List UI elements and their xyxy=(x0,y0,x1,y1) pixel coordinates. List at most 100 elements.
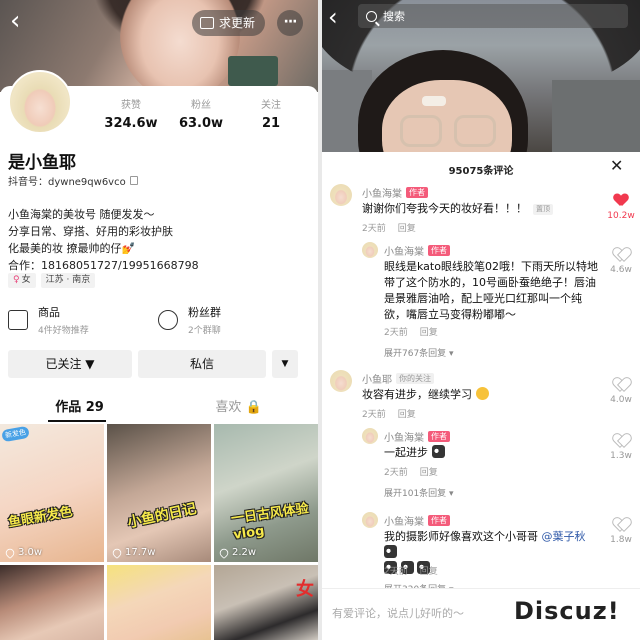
like-count: 1.8w xyxy=(610,535,632,545)
comment-like-button[interactable]: 1.3w xyxy=(604,434,638,461)
video-thumbnail[interactable] xyxy=(107,565,211,640)
heart-outline-icon xyxy=(614,378,628,391)
group-icon xyxy=(158,310,178,330)
close-icon[interactable]: ✕ xyxy=(610,156,623,176)
back-icon[interactable]: ‹ xyxy=(328,5,338,29)
search-icon xyxy=(366,10,377,22)
avatar[interactable] xyxy=(362,242,378,258)
play-count-value: 3.0w xyxy=(18,547,43,558)
stat-following[interactable]: 关注 21 xyxy=(236,96,306,131)
video-thumbnail[interactable]: 新发色 鱼眼新发色 3.0w xyxy=(0,424,104,562)
user-mention-link[interactable]: @葉子秋 xyxy=(542,530,586,543)
products-entry[interactable]: 商品 4件好物推荐 xyxy=(8,304,158,336)
bio-line: 小鱼海棠的美妆号 随便发发～ xyxy=(8,208,155,221)
comment-text: 眼线是kato眼线胶笔02哦！下雨天所以特地带了这个防水的，10号画卧蚕绝绝子！… xyxy=(384,260,598,321)
avatar[interactable] xyxy=(362,428,378,444)
comment-text: 谢谢你们夸我今天的妆好看！！！ 置顶 xyxy=(362,201,598,217)
search-input[interactable]: 搜索 xyxy=(358,4,628,28)
comments-count-title: 95075条评论 xyxy=(448,166,514,177)
comment-time: 2天前 xyxy=(384,567,408,577)
profile-avatar[interactable] xyxy=(8,70,72,134)
expand-replies-button[interactable]: 展开101条回复 ▾ xyxy=(384,486,454,499)
stat-value: 63.0w xyxy=(178,116,224,131)
screenshot-root: ‹ 求更新 ··· 获赞 324.6w 粉丝 63.0w 关注 21 是小鱼耶 … xyxy=(0,0,640,640)
comment-input[interactable]: 有爱评论，说点儿好听的～ xyxy=(332,605,464,621)
thinking-emoji-icon xyxy=(475,387,489,400)
tab-indicator xyxy=(48,420,106,422)
products-title: 商品 xyxy=(38,306,60,319)
like-count: 4.0w xyxy=(610,395,632,405)
comment-user[interactable]: 小鱼海棠 作者 xyxy=(384,429,450,444)
like-count: 4.6w xyxy=(610,265,632,275)
fan-group-subtitle: 2个群聊 xyxy=(188,326,221,336)
avatar[interactable] xyxy=(362,512,378,528)
copy-icon[interactable] xyxy=(129,176,138,185)
comment-like-button[interactable]: 4.0w xyxy=(604,378,638,405)
comment-user[interactable]: 小鱼耶 你的关注 xyxy=(362,371,434,386)
like-count: 1.3w xyxy=(610,451,632,461)
heart-filled-icon xyxy=(614,194,628,207)
reply-button[interactable]: 回复 xyxy=(420,564,438,577)
comment-like-button[interactable]: 1.8w xyxy=(604,518,638,545)
video-thumbnail[interactable]: 女 xyxy=(214,565,318,640)
discuz-watermark: Discuz! xyxy=(514,597,620,625)
gender-label: 女 xyxy=(21,275,31,285)
profile-tags: ♀ 女 江苏 · 南京 xyxy=(8,273,96,288)
stat-followers[interactable]: 粉丝 63.0w xyxy=(166,96,236,131)
cat-emoji-icon xyxy=(384,545,397,558)
comment-username: 小鱼耶 xyxy=(362,375,392,386)
video-thumbnail[interactable]: 小鱼的日记 17.7w xyxy=(107,424,211,562)
bio-line: 化最美的妆 撩最帅的仔💅 xyxy=(8,242,136,255)
reply-button[interactable]: 回复 xyxy=(420,325,438,338)
comment-text: 妆容有进步，继续学习 xyxy=(362,387,598,403)
fan-group-entry[interactable]: 粉丝群 2个群聊 xyxy=(158,304,308,336)
comment-user[interactable]: 小鱼海棠 作者 xyxy=(362,185,428,200)
bio-line: 分享日常、穿搭、好用的彩妆护肤 xyxy=(8,225,173,238)
comment-time: 2天前 xyxy=(362,410,386,420)
following-badge: 你的关注 xyxy=(396,373,434,384)
more-options-icon[interactable]: ··· xyxy=(277,10,303,36)
female-icon: ♀ xyxy=(13,275,20,285)
comment-time: 2天前 xyxy=(384,468,408,478)
heart-outline-icon xyxy=(614,434,628,447)
video-grid: 新发色 鱼眼新发色 3.0w 小鱼的日记 17.7w 一日古风体验vlog 2.… xyxy=(0,424,318,640)
bio-line: 合作：18168051727/19951668798 xyxy=(8,259,199,272)
comment-body: 我的摄影师好像喜欢这个小哥哥 xyxy=(384,530,538,543)
video-thumbnail[interactable]: 一日古风体验vlog 2.2w xyxy=(214,424,318,562)
request-update-button[interactable]: 求更新 xyxy=(192,10,266,36)
shopping-bag-icon xyxy=(8,310,28,330)
comment-body: 一起进步 xyxy=(384,446,428,459)
heart-outline-icon xyxy=(614,518,628,531)
video-thumbnail[interactable] xyxy=(0,565,104,640)
followed-button[interactable]: 已关注 ▼ xyxy=(8,350,132,378)
tab-works[interactable]: 作品 29 xyxy=(0,396,159,420)
avatar[interactable] xyxy=(330,184,352,206)
comment-username: 小鱼海棠 xyxy=(362,189,402,200)
tab-likes[interactable]: 喜欢 🔒 xyxy=(159,396,318,420)
like-outline-icon xyxy=(217,546,231,559)
message-button[interactable]: 私信 xyxy=(138,350,266,378)
comment-user[interactable]: 小鱼海棠 作者 xyxy=(384,243,450,258)
comment-user[interactable]: 小鱼海棠 作者 xyxy=(384,513,450,528)
douyin-id-text: 抖音号：dywne9qw6vco xyxy=(8,177,126,188)
author-badge: 作者 xyxy=(428,245,450,256)
comment-like-button[interactable]: 4.6w xyxy=(604,248,638,275)
play-count-value: 2.2w xyxy=(232,547,257,558)
stat-value: 21 xyxy=(261,116,281,131)
expand-replies-button[interactable]: 展开767条回复 ▾ xyxy=(384,346,454,359)
comment-meta: 2天前 回复 xyxy=(362,407,416,420)
reply-button[interactable]: 回复 xyxy=(420,465,438,478)
avatar[interactable] xyxy=(330,370,352,392)
author-badge: 作者 xyxy=(428,431,450,442)
author-badge: 作者 xyxy=(428,515,450,526)
stat-likes[interactable]: 获赞 324.6w xyxy=(96,96,166,131)
reply-button[interactable]: 回复 xyxy=(398,407,416,420)
recommend-dropdown-button[interactable]: ▼ xyxy=(272,350,298,378)
video-caption: 鱼眼新发色 xyxy=(7,504,74,531)
play-count-value: 17.7w xyxy=(125,547,156,558)
stat-label: 粉丝 xyxy=(191,100,211,111)
back-icon[interactable]: ‹ xyxy=(10,8,38,36)
video-caption: 小鱼的日记 xyxy=(126,500,198,532)
comment-like-button[interactable]: 10.2w xyxy=(604,194,638,221)
reply-button[interactable]: 回复 xyxy=(398,221,416,234)
